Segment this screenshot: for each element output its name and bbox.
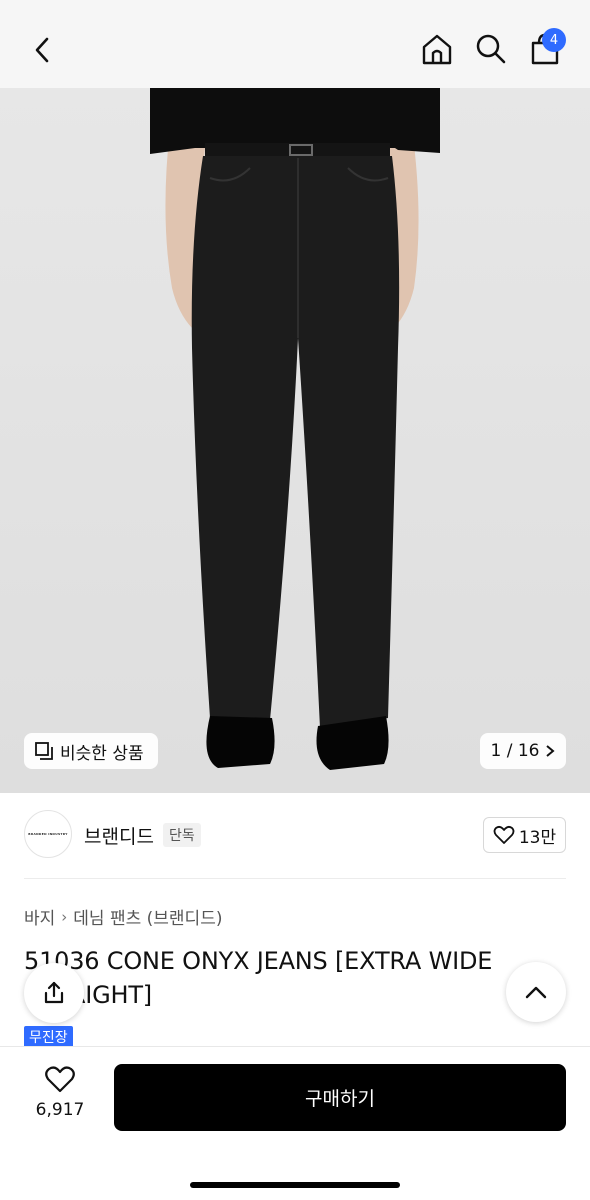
heart-icon <box>493 825 515 844</box>
breadcrumb-category[interactable]: 바지 <box>24 904 55 929</box>
buy-button[interactable]: 구매하기 <box>114 1064 566 1131</box>
product-title: 51036 CONE ONYX JEANS [EXTRA WIDE STRAIG… <box>24 947 493 1009</box>
share-button[interactable] <box>24 963 84 1023</box>
breadcrumb-separator-icon: › <box>61 907 68 926</box>
wishlist-button[interactable]: 6,917 <box>26 1066 94 1126</box>
chevron-right-icon <box>546 745 556 757</box>
chevron-up-icon <box>525 986 547 999</box>
brand-logo[interactable]: BRANDED INDUSTRY <box>24 810 72 858</box>
brand-like-button[interactable]: 13만 <box>483 817 566 853</box>
cart-count-badge: 4 <box>542 28 566 52</box>
heart-icon <box>45 1066 75 1093</box>
scroll-to-top-button[interactable] <box>506 962 566 1022</box>
top-navigation-bar: 4 <box>0 0 590 88</box>
product-image[interactable] <box>0 88 590 793</box>
home-icon <box>422 34 452 65</box>
jeans-photo <box>150 88 440 770</box>
back-button[interactable] <box>24 30 60 70</box>
breadcrumb: 바지 › 데님 팬츠 (브랜디드) <box>24 904 222 930</box>
share-icon <box>44 981 64 1004</box>
image-counter-button[interactable]: 1 / 16 <box>480 733 566 769</box>
brand-logo-text: BRANDED INDUSTRY <box>28 832 68 836</box>
search-icon <box>476 34 506 64</box>
section-divider <box>24 878 566 879</box>
home-indicator <box>190 1182 400 1188</box>
similar-products-label: 비슷한 상품 <box>60 743 144 764</box>
chevron-left-icon <box>35 37 49 63</box>
image-counter: 1 / 16 <box>490 741 540 761</box>
breadcrumb-subcategory[interactable]: 데님 팬츠 (브랜디드) <box>73 904 222 929</box>
brand-like-count: 13만 <box>518 827 557 848</box>
search-button[interactable] <box>472 30 510 68</box>
brand-name[interactable]: 브랜디드 <box>84 822 154 849</box>
similar-products-button[interactable]: 비슷한 상품 <box>24 733 158 769</box>
exclusive-badge: 단독 <box>163 823 201 847</box>
similar-items-icon <box>35 742 53 760</box>
shipping-badge: 무진장 <box>24 1026 73 1048</box>
wishlist-count: 6,917 <box>35 1100 85 1120</box>
home-button[interactable] <box>418 30 456 68</box>
